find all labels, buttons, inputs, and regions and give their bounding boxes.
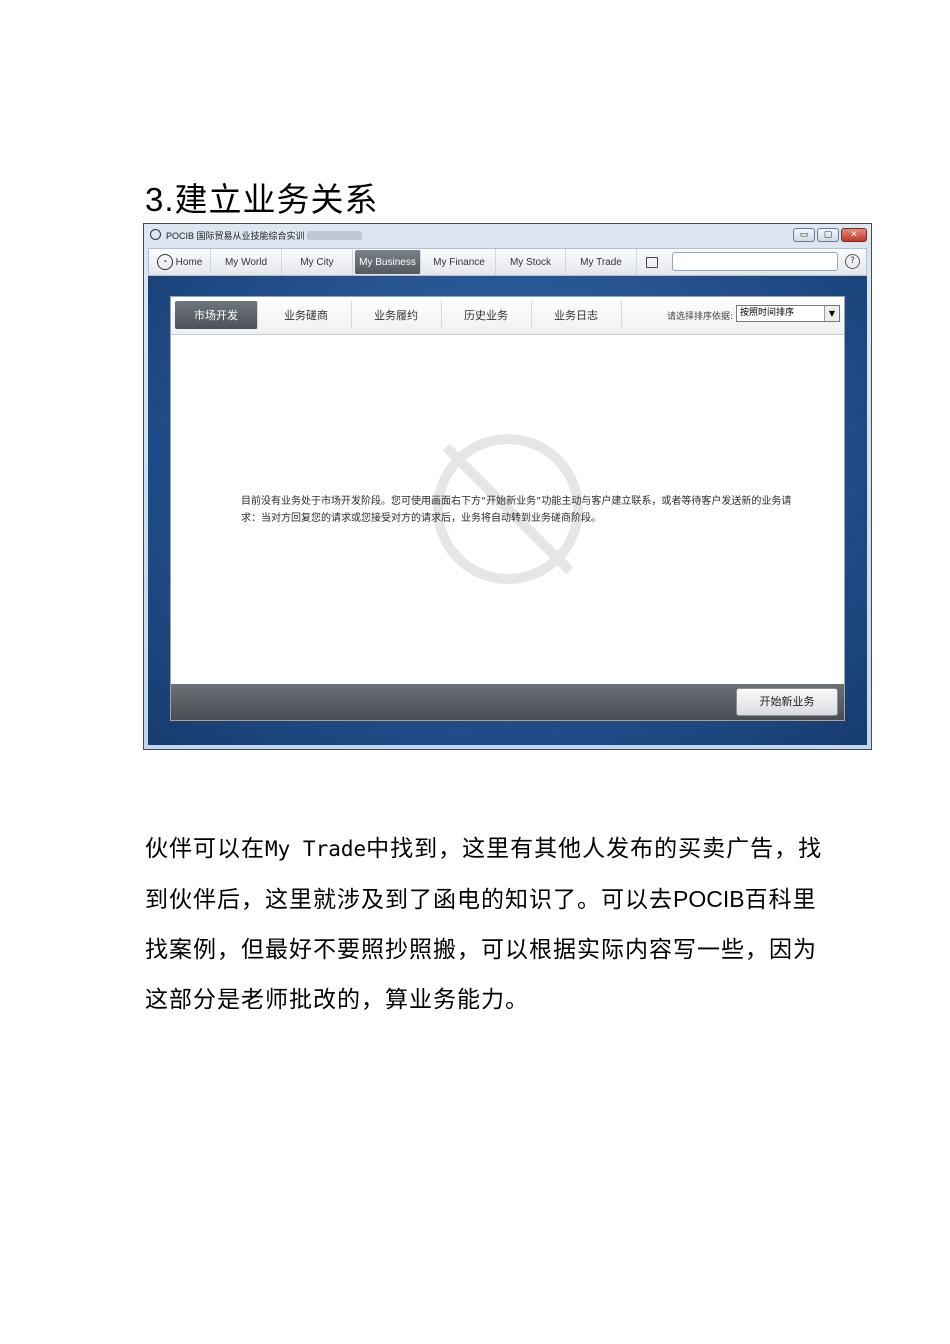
minimize-button[interactable]: ▭ [793,228,815,242]
tab-market-development[interactable]: 市场开发 [175,301,258,329]
tab-negotiation[interactable]: 业务磋商 [261,301,352,329]
panel-footer: 开始新业务 [171,684,844,720]
section-title: 建立业务关系 [174,180,379,219]
section-heading: 3.建立业务关系 [145,176,379,224]
nav-home[interactable]: ◔ Home [149,249,211,275]
business-panel: 市场开发 业务磋商 业务履约 历史业务 业务日志 请选择排序依据: 按照时间排序… [170,296,845,721]
nav-my-trade[interactable]: My Trade [566,249,637,275]
nav-mail[interactable] [637,249,667,275]
main-nav: ◔ Home My World My City My Business My Fi… [148,248,867,276]
tab-fulfillment[interactable]: 业务履约 [351,301,442,329]
start-new-business-button[interactable]: 开始新业务 [736,688,838,716]
nav-my-city[interactable]: My City [282,249,353,275]
close-button[interactable]: ✕ [841,228,867,242]
empty-state-message: 目前没有业务处于市场开发阶段。您可使用画面右下方“开始新业务”功能主动与客户建立… [241,496,792,524]
maximize-button[interactable]: ▢ [817,228,839,242]
paragraph-text-1: 伙伴可以在 [145,836,265,862]
tab-history[interactable]: 历史业务 [441,301,532,329]
chevron-down-icon: ▼ [824,306,839,321]
sort-value: 按照时间排序 [740,308,795,318]
section-number: 3. [145,181,175,218]
nav-my-stock[interactable]: My Stock [496,249,566,275]
nav-my-business[interactable]: My Business [355,250,421,274]
nav-my-finance[interactable]: My Finance [423,249,496,275]
window-titlebar: POCIB 国际贸易从业技能综合实训 - ▭ ▢ ✕ [144,224,871,246]
business-tabs: 市场开发 业务磋商 业务履约 历史业务 业务日志 请选择排序依据: 按照时间排序… [171,297,844,335]
blurred-username [307,231,362,240]
search-input[interactable] [672,252,838,271]
content-background: 市场开发 业务磋商 业务履约 历史业务 业务日志 请选择排序依据: 按照时间排序… [148,276,867,745]
window-controls: ▭ ▢ ✕ [793,228,867,242]
tab-business-log[interactable]: 业务日志 [531,301,622,329]
app-screenshot: POCIB 国际贸易从业技能综合实训 - ▭ ▢ ✕ ◔ Home My Worl… [143,223,872,750]
sort-select[interactable]: 按照时间排序 ▼ [736,305,840,322]
nav-my-world[interactable]: My World [211,249,282,275]
paragraph-text-4: POCIB [673,886,745,912]
window-title: POCIB 国际贸易从业技能综合实训 - [166,231,311,241]
mail-icon [646,256,658,268]
help-icon[interactable]: ? [845,254,860,269]
home-icon: ◔ [156,254,173,270]
paragraph-text-2: My Trade [265,837,367,861]
nav-home-label: Home [175,256,203,268]
body-paragraph: 伙伴可以在My Trade中找到，这里有其他人发布的买卖广告，找到伙伴后，这里就… [145,824,825,1025]
sort-label: 请选择排序依据: [666,312,733,322]
app-logo-icon [150,229,161,240]
